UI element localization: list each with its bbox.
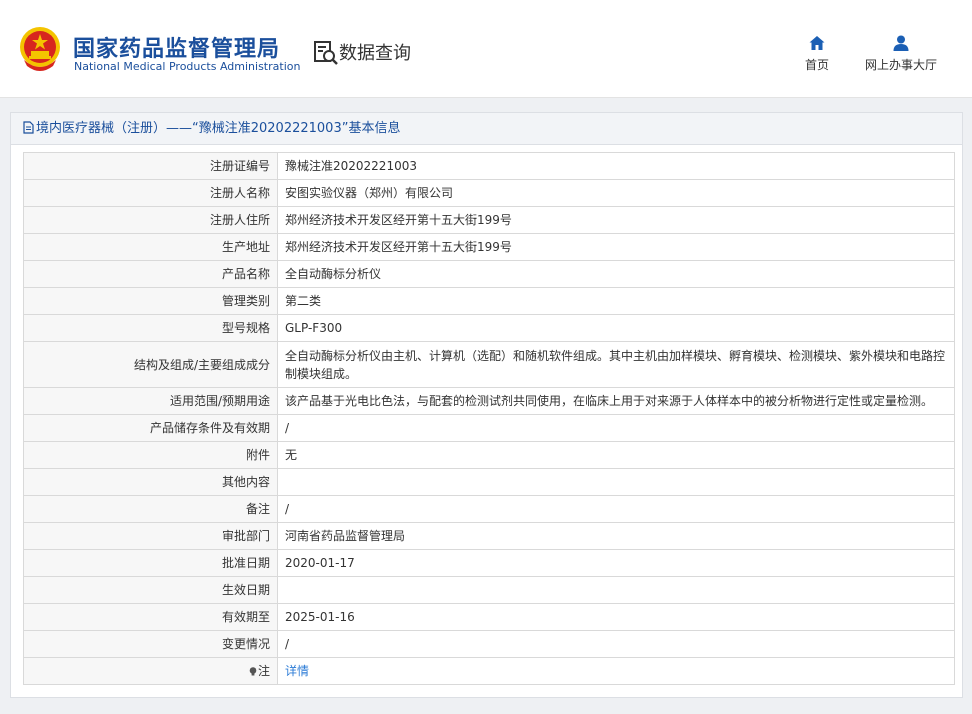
row-value: 2020-01-17 — [277, 549, 955, 577]
nav-home[interactable]: 首页 — [797, 34, 837, 73]
row-label: 生效日期 — [23, 576, 278, 604]
row-label: 注册人住所 — [23, 206, 278, 234]
nav-online-hall[interactable]: 网上办事大厅 — [860, 34, 942, 73]
row-value: 安图实验仪器（郑州）有限公司 — [277, 179, 955, 207]
table-row: 变更情况 / — [23, 630, 955, 658]
row-label: 其他内容 — [23, 468, 278, 496]
table-row: 注 详情 — [23, 657, 955, 685]
row-value: / — [277, 630, 955, 658]
row-value — [277, 468, 955, 496]
info-table: 注册证编号 豫械注准20202221003 注册人名称 安图实验仪器（郑州）有限公司… — [23, 152, 955, 685]
table-row: 附件无 — [23, 441, 955, 469]
org-name-en: National Medical Products Administration — [74, 60, 301, 73]
user-icon — [893, 35, 909, 51]
row-value: 郑州经济技术开发区经开第十五大街199号 — [277, 206, 955, 234]
table-row: 批准日期 2020-01-17 — [23, 549, 955, 577]
site-header: 国家药品监督管理局 National Medical Products Admi… — [0, 0, 972, 98]
row-value: 2025-01-16 — [277, 603, 955, 631]
bulb-icon — [249, 667, 257, 676]
table-row: 产品储存条件及有效期 / — [23, 414, 955, 442]
detail-panel: 境内医疗器械（注册）——“豫械注准20202221003”基本信息 注册证编号豫… — [10, 112, 963, 698]
note-value: 详情 — [277, 657, 955, 685]
nav-home-label: 首页 — [804, 58, 829, 72]
table-row: 注册证编号 豫械注准20202221003 — [23, 152, 955, 180]
row-value: 豫械注准20202221003 — [277, 152, 955, 180]
table-row: 其他内容 — [23, 468, 955, 496]
table-row: 适用范围/预期用途 该产品基于光电比色法，与配套的检测试剂共同使用，在临床上用于对… — [23, 387, 955, 415]
row-value: 无 — [277, 441, 955, 469]
row-label: 注册证编号 — [23, 152, 278, 180]
table-row: 管理类别 第二类 — [23, 287, 955, 315]
row-value: 该产品基于光电比色法，与配套的检测试剂共同使用，在临床上用于对来源于人体样本中的… — [277, 387, 955, 415]
row-label: 适用范围/预期用途 — [23, 387, 278, 415]
table-row: 注册人名称 安图实验仪器（郑州）有限公司 — [23, 179, 955, 207]
row-label: 变更情况 — [23, 630, 278, 658]
table-row: 生效日期 — [23, 576, 955, 604]
row-value: 第二类 — [277, 287, 955, 315]
row-value — [277, 576, 955, 604]
row-label: 审批部门 — [23, 522, 278, 550]
row-value: / — [277, 414, 955, 442]
table-row: 生产地址 郑州经济技术开发区经开第十五大街199号 — [23, 233, 955, 261]
document-icon — [23, 121, 34, 134]
table-row: 有效期至 2025-01-16 — [23, 603, 955, 631]
row-value: 全自动酶标分析仪由主机、计算机（选配）和随机软件组成。其中主机由加样模块、孵育模… — [277, 341, 955, 388]
row-label: 产品储存条件及有效期 — [23, 414, 278, 442]
table-row: 审批部门 河南省药品监督管理局 — [23, 522, 955, 550]
row-label: 型号规格 — [23, 314, 278, 342]
nav-online-hall-label: 网上办事大厅 — [864, 58, 937, 72]
org-name-cn: 国家药品监督管理局 — [73, 37, 281, 62]
row-value: / — [277, 495, 955, 523]
row-label: 管理类别 — [23, 287, 278, 315]
panel-title: 境内医疗器械（注册）——“豫械注准20202221003”基本信息 — [36, 121, 401, 136]
row-label: 生产地址 — [23, 233, 278, 261]
row-label: 备注 — [23, 495, 278, 523]
row-label: 附件 — [23, 441, 278, 469]
national-emblem-icon — [20, 27, 60, 71]
page-title: 数据查询 — [339, 43, 411, 64]
row-label: 结构及组成/主要组成成分 — [23, 341, 278, 388]
row-label: 有效期至 — [23, 603, 278, 631]
row-value: 郑州经济技术开发区经开第十五大街199号 — [277, 233, 955, 261]
table-row: 注册人住所 郑州经济技术开发区经开第十五大街199号 — [23, 206, 955, 234]
panel-header: 境内医疗器械（注册）——“豫械注准20202221003”基本信息 — [11, 113, 962, 145]
row-label: 产品名称 — [23, 260, 278, 288]
details-link[interactable]: 详情 — [285, 664, 309, 678]
table-row: 结构及组成/主要组成成分 全自动酶标分析仪由主机、计算机（选配）和随机软件组成。其… — [23, 341, 955, 388]
table-row: 型号规格 GLP-F300 — [23, 314, 955, 342]
table-row: 产品名称 全自动酶标分析仪 — [23, 260, 955, 288]
row-label: 批准日期 — [23, 549, 278, 577]
row-label: 注册人名称 — [23, 179, 278, 207]
data-query-icon — [314, 41, 338, 65]
row-value: GLP-F300 — [277, 314, 955, 342]
note-label: 注 — [257, 664, 270, 678]
home-icon — [809, 36, 825, 50]
note-label-cell: 注 — [23, 657, 278, 685]
row-value: 河南省药品监督管理局 — [277, 522, 955, 550]
row-value: 全自动酶标分析仪 — [277, 260, 955, 288]
table-row: 备注 / — [23, 495, 955, 523]
